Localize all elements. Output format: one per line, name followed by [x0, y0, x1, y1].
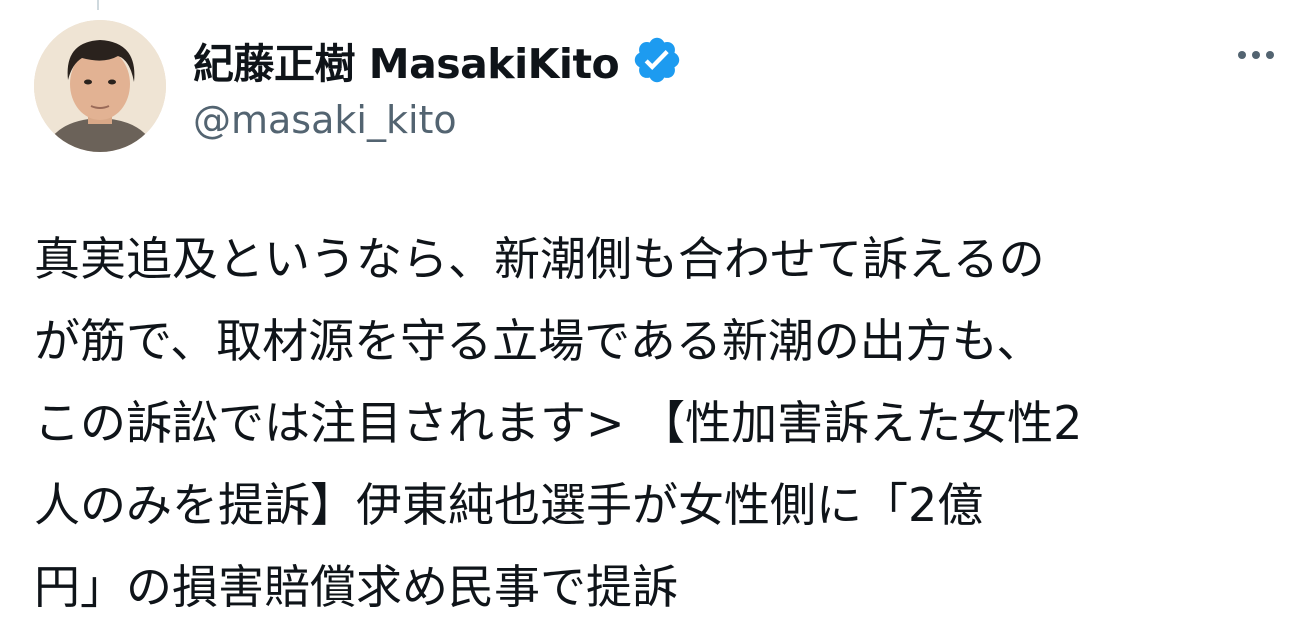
tweet-text-line: 円」の損害賠償求め民事で提訴	[34, 560, 678, 614]
tweet-text-line: 人のみを提訴】伊東純也選手が女性側に「2億	[34, 478, 984, 532]
tweet-text-line: が筋で、取材源を守る立場である新潮の出方も、	[34, 314, 1043, 368]
thread-connector-line	[97, 0, 99, 10]
author-avatar[interactable]	[34, 20, 166, 152]
avatar-photo	[34, 20, 166, 152]
verified-badge-icon	[631, 34, 683, 86]
author-handle[interactable]: @masaki_kito	[193, 98, 457, 142]
tweet-text-line: 真実追及というなら、新潮側も合わせて訴えるの	[34, 232, 1045, 286]
more-horizontal-icon	[1238, 51, 1246, 59]
more-horizontal-icon	[1266, 51, 1274, 59]
author-name-row[interactable]: 紀藤正樹 MasakiKito	[193, 28, 683, 92]
more-options-button[interactable]	[1226, 30, 1286, 80]
tweet-text-line: この訴訟では注目されます> 【性加害訴えた女性2	[34, 396, 1083, 450]
more-horizontal-icon	[1252, 51, 1260, 59]
tweet-body: 真実追及というなら、新潮側も合わせて訴えるの が筋で、取材源を守る立場である新潮…	[34, 218, 1286, 628]
author-display-name[interactable]: 紀藤正樹 MasakiKito	[193, 30, 620, 90]
